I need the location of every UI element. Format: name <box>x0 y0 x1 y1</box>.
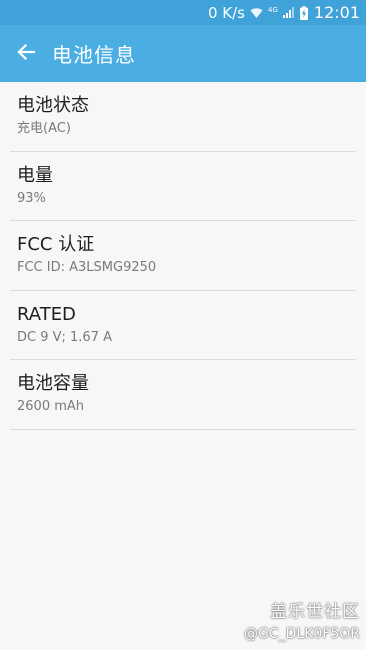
back-button[interactable] <box>2 30 50 78</box>
list-item-value: FCC ID: A3LSMG9250 <box>17 260 157 276</box>
list-item-title: 电量 <box>17 164 53 186</box>
battery-charging-icon <box>299 5 308 20</box>
list-item-title: FCC 认证 <box>17 234 95 256</box>
list-item-value: 93% <box>17 190 46 206</box>
network-speed: 0 K/s <box>207 3 245 22</box>
list-item-battery-capacity[interactable]: 电池容量 2600 mAh <box>10 360 356 430</box>
watermark-user: @GC_DLK0F5OR <box>244 626 360 642</box>
wifi-icon <box>250 7 263 19</box>
network-type: 4G <box>268 5 278 14</box>
battery-info-list: 电池状态 充电(AC) 电量 93% FCC 认证 FCC ID: A3LSMG… <box>0 82 366 430</box>
list-item-battery-level[interactable]: 电量 93% <box>10 152 356 221</box>
list-item-value: DC 9 V; 1.67 A <box>17 329 112 345</box>
list-item-battery-status[interactable]: 电池状态 充电(AC) <box>10 82 356 152</box>
signal-icon <box>282 7 295 18</box>
watermark: 盖乐世社区 @GC_DLK0F5OR <box>244 597 360 642</box>
list-item-value: 充电(AC) <box>17 121 71 137</box>
watermark-logo: 盖乐世社区 <box>270 602 360 622</box>
clock: 12:01 <box>313 3 360 22</box>
list-item-title: 电池状态 <box>17 95 89 117</box>
list-item-title: RATED <box>17 303 76 325</box>
app-bar: 电池信息 <box>0 25 366 82</box>
page-title: 电池信息 <box>52 43 136 67</box>
arrow-left-icon <box>17 43 36 64</box>
status-bar: 0 K/s 4G 12:01 <box>0 0 366 25</box>
list-item-rated[interactable]: RATED DC 9 V; 1.67 A <box>10 291 356 360</box>
list-item-fcc-certification[interactable]: FCC 认证 FCC ID: A3LSMG9250 <box>10 221 356 291</box>
list-item-title: 电池容量 <box>17 373 89 395</box>
list-item-value: 2600 mAh <box>17 399 85 415</box>
